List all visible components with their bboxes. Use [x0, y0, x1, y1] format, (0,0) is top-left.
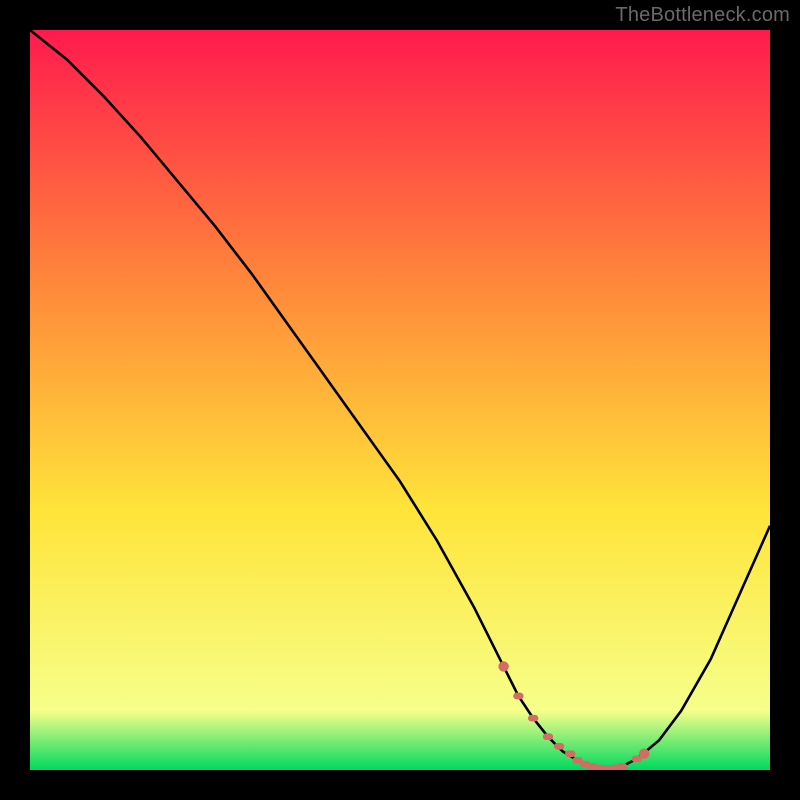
highlight-dot — [565, 750, 575, 757]
gradient-bg — [30, 30, 770, 770]
highlight-endpoint — [498, 661, 508, 671]
highlight-dot — [617, 763, 627, 770]
chart-frame: TheBottleneck.com — [0, 0, 800, 800]
highlight-dot — [543, 733, 553, 740]
highlight-dot — [513, 693, 523, 700]
watermark-text: TheBottleneck.com — [615, 4, 790, 27]
highlight-endpoint — [639, 749, 649, 759]
highlight-dot — [528, 715, 538, 722]
highlight-dot — [554, 743, 564, 750]
bottleneck-chart — [30, 30, 770, 770]
